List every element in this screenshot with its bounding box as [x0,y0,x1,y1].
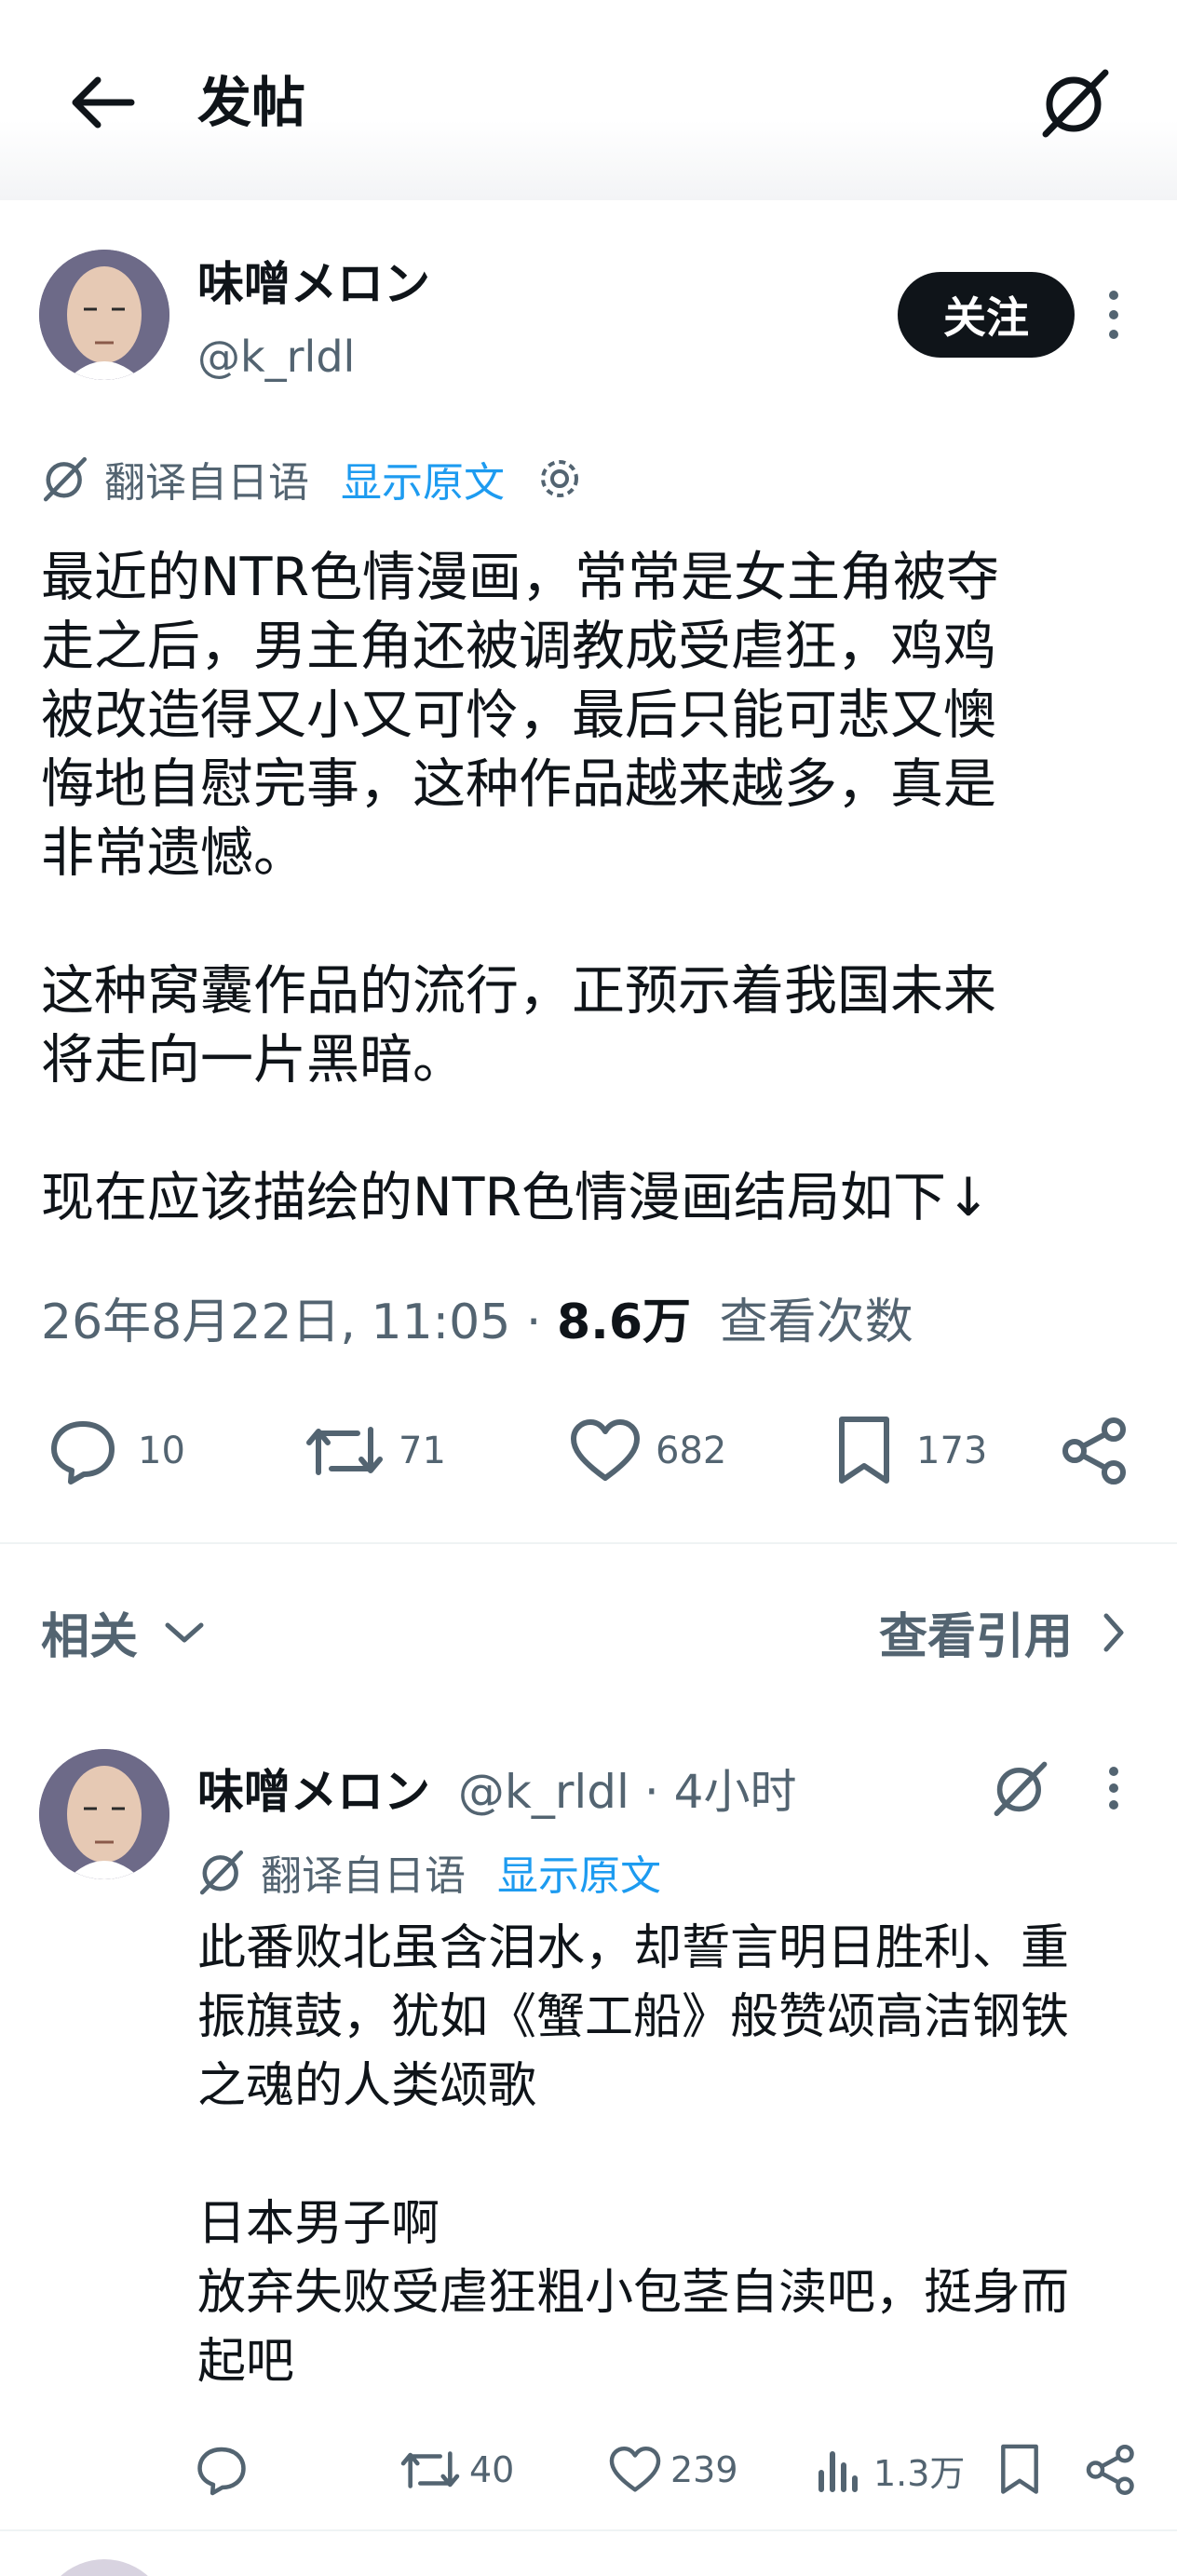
next-post-avatar-peek [39,2559,169,2576]
reply-views-count: 1.3万 [873,2452,966,2494]
reply-share-button[interactable] [1086,2442,1136,2498]
grok-icon [199,1850,244,1895]
reply-button[interactable]: 10 [48,1416,185,1486]
grok-icon[interactable] [991,1758,1050,1818]
section-divider [0,2529,1177,2531]
more-options-button[interactable] [1104,291,1123,339]
reply-like-count: 239 [670,2449,738,2490]
reply-icon [197,2447,246,2496]
author-handle[interactable]: @k_rldl [197,328,355,386]
section-divider [0,1542,1177,1544]
reply-reply-button[interactable] [196,2442,248,2498]
reply-time[interactable]: · 4小时 [644,1765,797,1819]
retweet-button[interactable]: 71 [305,1416,446,1486]
reply-author-handle[interactable]: @k_rldl [458,1765,629,1819]
follow-button[interactable]: 关注 [898,272,1075,358]
retweet-icon [306,1427,383,1475]
bookmark-icon [1001,2444,1038,2494]
translation-bar: 翻译自日语 显示原文 [41,449,585,508]
bookmark-count: 173 [916,1430,988,1472]
post-text: 最近的NTR色情漫画，常常是女主角被夺 走之后，男主角还被调教成受虐狂，鸡鸡 被… [41,547,1000,1228]
reply-header: 味噌メロン @k_rldl · 4小时 [197,1760,796,1824]
retweet-count: 71 [399,1430,446,1472]
avatar-face-icon [39,1749,169,1879]
back-button[interactable] [65,65,140,140]
bookmark-button[interactable]: 173 [836,1416,987,1486]
reply-icon [51,1421,115,1485]
chevron-right-icon [1103,1613,1124,1651]
top-bar: 发帖 [0,0,1177,200]
reply-retweet-button[interactable]: 40 [400,2442,514,2498]
reply-translation-bar: 翻译自日语 显示原文 [197,1842,661,1902]
post-timestamp[interactable]: 26年8月22日, 11:05 [41,1295,510,1350]
meta-separator: · [525,1295,557,1350]
avatar-face-icon [39,250,169,380]
like-count: 682 [656,1430,727,1472]
reply-translated-from-label: 翻译自日语 [261,1852,466,1900]
retweet-icon [400,2451,460,2488]
reply-retweet-count: 40 [469,2449,515,2490]
translated-from-label: 翻译自日语 [104,459,309,507]
views-count: 8.6万 [556,1295,692,1350]
gear-icon[interactable] [534,454,585,504]
reply-show-original-link[interactable]: 显示原文 [497,1842,661,1902]
grok-icon [1042,69,1109,138]
views-label: 查看次数 [719,1295,913,1350]
share-icon [1062,1417,1126,1485]
bookmark-icon [839,1417,889,1484]
related-dropdown[interactable]: 相关 [41,1597,207,1667]
heart-icon [609,2446,661,2492]
views-chart-icon [818,2451,858,2492]
grok-icon [43,456,88,502]
show-original-link[interactable]: 显示原文 [341,449,505,508]
author-name[interactable]: 味噌メロン [197,253,430,315]
view-quotes-label: 查看引用 [878,1609,1073,1665]
grok-button[interactable] [1034,61,1117,144]
page-title: 发帖 [197,71,306,134]
chevron-down-icon [165,1622,204,1642]
share-icon [1086,2445,1134,2495]
reply-like-button[interactable]: 239 [609,2442,738,2498]
view-quotes-link[interactable]: 查看引用 [879,1597,1129,1667]
reply-count: 10 [138,1430,185,1472]
avatar[interactable] [39,250,169,380]
avatar[interactable] [39,1749,169,1879]
post-meta: 26年8月22日, 11:05 · 8.6万 查看次数 [41,1290,913,1355]
related-label: 相关 [41,1609,139,1665]
reply-author-name[interactable]: 味噌メロン [197,1765,430,1819]
reply-views-button[interactable]: 1.3万 [816,2442,965,2498]
share-button[interactable] [1062,1416,1129,1486]
like-button[interactable]: 682 [570,1416,726,1486]
reply-bookmark-button[interactable] [998,2442,1041,2498]
heart-icon [571,1419,640,1481]
reply-text: 此番败北虽含泪水，却誓言明日胜利、重 振旗鼓，犹如《蟹工船》般赞颂高洁钢铁 之魂… [197,1920,1070,2390]
arrow-left-icon [72,76,135,129]
reply-more-options-button[interactable] [1104,1767,1123,1810]
